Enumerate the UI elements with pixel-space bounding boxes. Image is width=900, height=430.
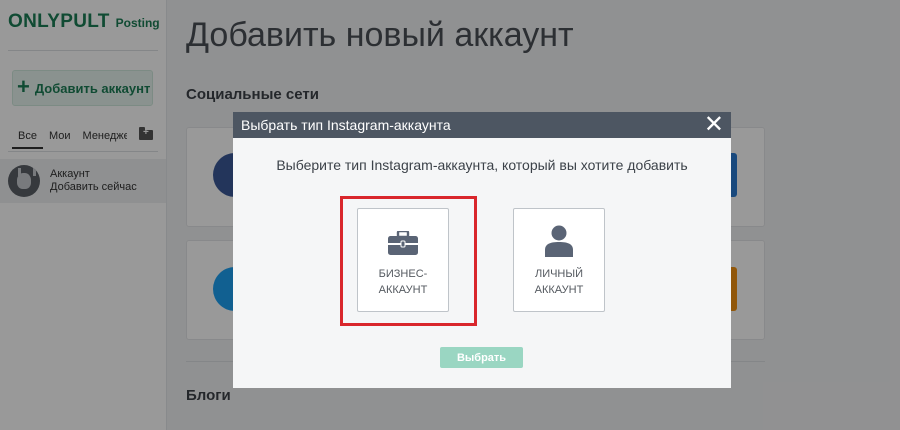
personal-label-line-2: АККАУНТ (534, 284, 584, 296)
business-account-label: БИЗНЕС- АККАУНТ (358, 266, 448, 298)
modal-title: Выбрать тип Instagram-аккаунта (241, 117, 451, 133)
modal-subtitle: Выберите тип Instagram-аккаунта, который… (276, 157, 688, 173)
personal-account-option[interactable]: ЛИЧНЫЙ АККАУНТ (513, 208, 605, 312)
business-label-line-2: АККАУНТ (378, 284, 428, 296)
modal-header: Выбрать тип Instagram-аккаунта ✕ (233, 112, 731, 138)
user-icon (545, 225, 573, 257)
business-account-option[interactable]: БИЗНЕС- АККАУНТ (357, 208, 449, 312)
business-label-line-1: БИЗНЕС- (378, 268, 428, 280)
instagram-type-modal: Выбрать тип Instagram-аккаунта ✕ Выберит… (233, 112, 731, 388)
close-icon[interactable]: ✕ (704, 113, 724, 137)
personal-account-label: ЛИЧНЫЙ АККАУНТ (514, 266, 604, 298)
briefcase-icon (388, 231, 418, 255)
choose-button[interactable]: Выбрать (440, 347, 523, 368)
personal-label-line-1: ЛИЧНЫЙ (534, 268, 584, 280)
